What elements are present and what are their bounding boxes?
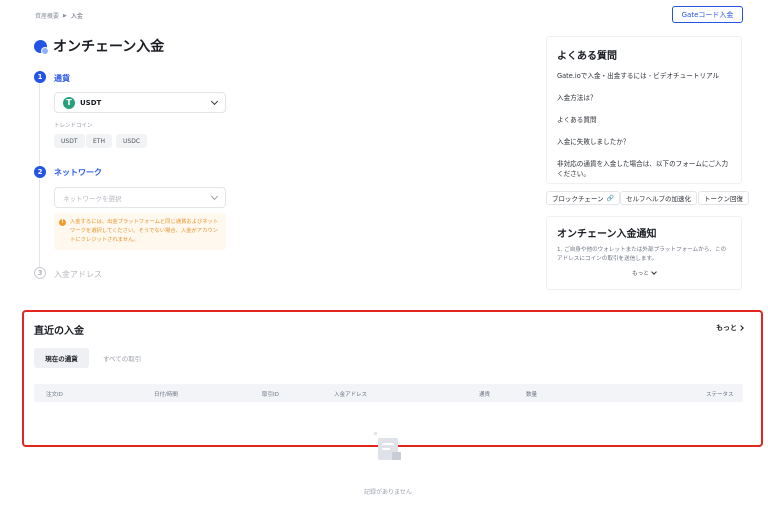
step-1-label: 通貨 [54,74,70,83]
faq-link[interactable]: 入金に失敗しましたか？ [557,137,731,147]
page-header: オンチェーン入金 [34,36,164,56]
recent-deposits-highlight [22,310,763,447]
notice-more-label: もっと [632,271,649,277]
breadcrumb: 資産概要 ▶ 入金 [35,11,83,21]
trend-coin-eth[interactable]: ETH [86,134,112,148]
empty-state-icon [374,432,401,460]
step-connector [39,178,40,267]
column-header: 入金アドレス [334,392,368,398]
notice-more-toggle[interactable]: もっと [557,269,731,277]
chevron-down-icon [210,97,219,105]
chevron-down-icon [210,192,219,200]
faq-panel: よくある質問 Gate.ioで入金・出金するには - ビデオチュートリアル 入金… [546,36,742,184]
currency-select[interactable]: T USDT [54,92,226,113]
deposit-icon [34,39,49,55]
trend-coins-label: トレンドコイン [54,123,93,129]
warning-icon: ! [59,219,66,226]
recent-more-label: もっと [716,324,737,332]
chevron-right-icon [738,325,744,331]
step-3-number: 3 [34,267,46,279]
empty-state-text: 記録がありません [364,489,412,496]
tab-all-transactions[interactable]: すべての取引 [103,353,141,363]
table-header: 注文ID 日付/時間 取引ID 入金アドレス 通貨 数量 ステータス [34,384,743,402]
chevron-down-icon [651,269,657,275]
trend-coin-usdc[interactable]: USDC [116,134,148,148]
trend-coin-usdt[interactable]: USDT [54,134,85,148]
link-icon: 🔗 [606,194,615,202]
column-header: 日付/時間 [154,392,178,398]
recent-more-link[interactable]: もっと [716,323,744,333]
column-header: 注文ID [46,392,63,398]
network-placeholder: ネットワークを選択 [63,194,122,203]
faq-title: よくある質問 [557,51,617,62]
notice-title: オンチェーン入金通知 [557,229,657,240]
faq-link[interactable]: Gate.ioで入金・出金するには - ビデオチュートリアル [557,71,731,81]
column-header: 取引ID [262,392,279,398]
page-title: オンチェーン入金 [53,39,165,55]
usdt-icon: T [63,96,75,109]
column-header: ステータス [706,392,734,398]
faq-link[interactable]: よくある質問 [557,115,731,125]
step-2-label: ネットワーク [54,168,102,177]
gate-code-deposit-button[interactable]: Gateコード入金 [672,6,743,23]
faq-link[interactable]: 入金方法は？ [557,93,731,103]
step-3-label: 入金アドレス [54,270,102,279]
warning-text: 入金するには、出金プラットフォームと同じ通貨およびネットワークを選択してください… [70,219,219,243]
self-help-accelerate-button[interactable]: セルフヘルプの加速化 [620,191,697,205]
step-1-number: 1 [34,71,46,83]
tab-current-currency[interactable]: 現在の通貨 [34,348,89,368]
currency-selected-value: USDT [80,98,102,107]
column-header: 数量 [526,392,538,398]
faq-link[interactable]: 非対応の通貨を入金した場合は、以下のフォームにご入力ください。 [557,159,731,179]
recent-deposits-title: 直近の入金 [34,326,84,337]
token-recovery-button[interactable]: トークン回復 [698,191,749,205]
step-connector [39,83,40,166]
network-select[interactable]: ネットワークを選択 [54,187,226,208]
breadcrumb-home[interactable]: 資産概要 [35,11,59,20]
breadcrumb-current: 入金 [70,13,83,20]
notice-text: 1. ご自身や他のウォレットまたは外部プラットフォームから、このアドレスにコイン… [557,247,727,262]
column-header: 通貨 [479,392,491,398]
step-2-number: 2 [34,166,46,178]
tag-label: ブロックチェーン [552,195,604,203]
blockchain-tag-button[interactable]: ブロックチェーン 🔗 [546,191,621,205]
breadcrumb-separator: ▶ [63,12,67,19]
onchain-notice-panel: オンチェーン入金通知 1. ご自身や他のウォレットまたは外部プラットフォームから… [546,216,742,290]
network-warning: ! 入金するには、出金プラットフォームと同じ通貨およびネットワークを選択してくだ… [54,213,226,250]
